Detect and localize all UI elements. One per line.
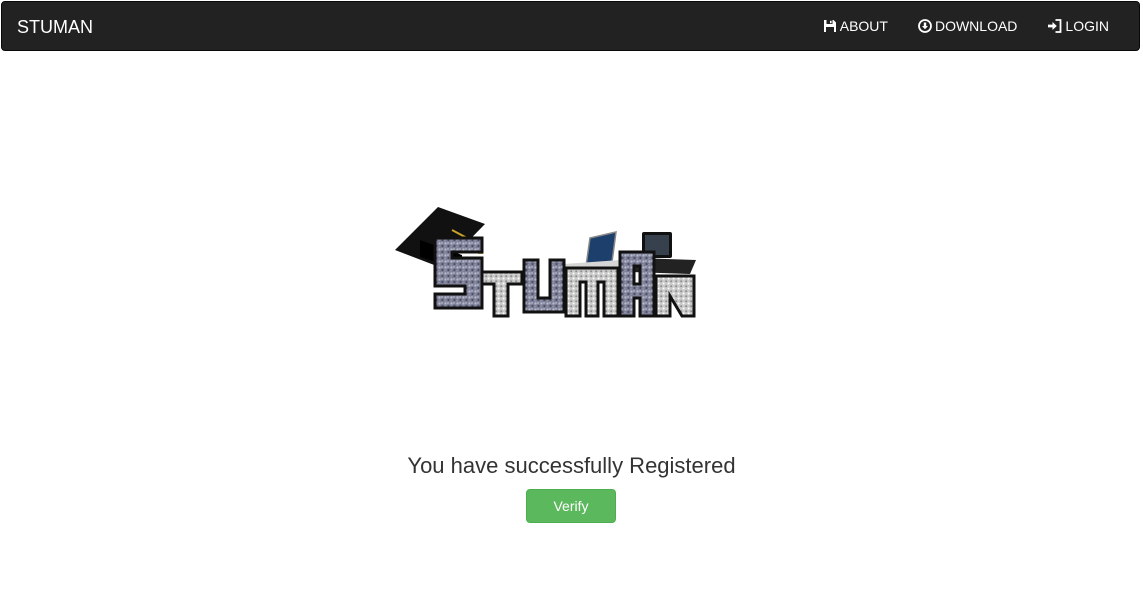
- logo-graphic: [395, 207, 696, 318]
- nav-download-label: DOWNLOAD: [934, 18, 1018, 34]
- login-icon: [1048, 19, 1062, 33]
- floppy-disk-icon: [823, 20, 836, 32]
- top-navbar: STUMAN ABOUT DOWNLOAD LOGIN: [1, 1, 1140, 51]
- nav-login-label: LOGIN: [1065, 18, 1109, 34]
- success-message: You have successfully Registered: [407, 453, 736, 478]
- download-circle-icon: [918, 19, 932, 33]
- nav-download-link[interactable]: DOWNLOAD: [903, 2, 1032, 50]
- nav-menu: ABOUT DOWNLOAD LOGIN: [808, 2, 1124, 50]
- nav-about-label: ABOUT: [839, 18, 888, 34]
- verify-button[interactable]: Verify: [526, 489, 616, 523]
- stuman-logo: [390, 200, 700, 320]
- brand-link[interactable]: STUMAN: [17, 16, 93, 38]
- nav-about-link[interactable]: ABOUT: [808, 2, 903, 50]
- nav-login-link[interactable]: LOGIN: [1032, 2, 1124, 50]
